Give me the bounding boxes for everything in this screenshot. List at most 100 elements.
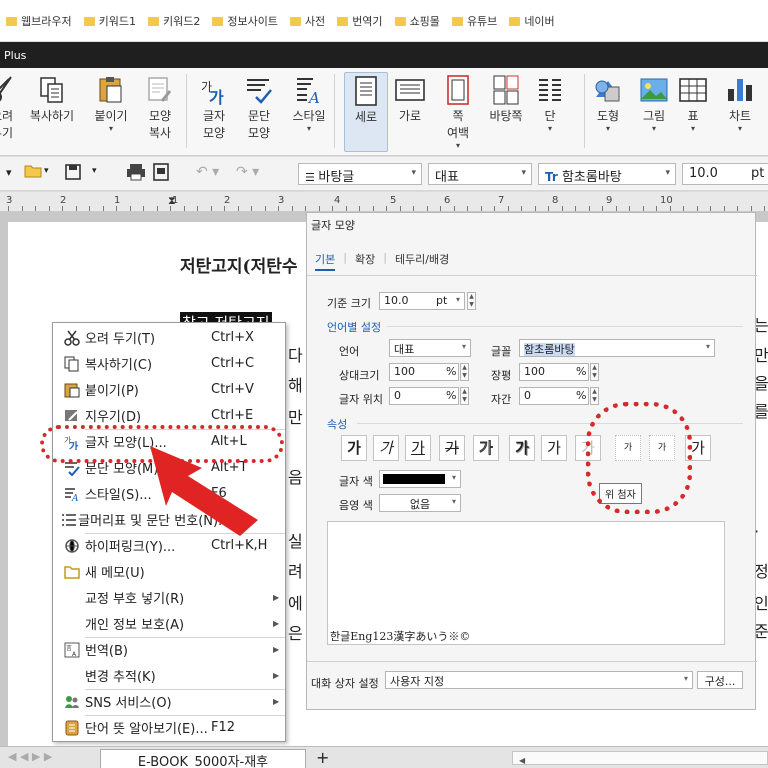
ribbon-copy-button[interactable]: 복사하기 xyxy=(22,72,82,150)
horizontal-scrollbar[interactable]: ◀ xyxy=(512,751,768,765)
bookmark-item[interactable]: 키워드1 xyxy=(78,0,142,41)
document-tab[interactable]: E-BOOK_5000자-재후 xyxy=(100,749,306,768)
tab-basic[interactable]: 기본 xyxy=(315,251,336,271)
format-strikethrough-button[interactable]: 가 xyxy=(439,435,465,461)
save-dropdown-icon[interactable]: ▾ xyxy=(92,166,97,176)
dialog-setting-select[interactable]: 사용자 지정 ▾ xyxy=(385,671,693,689)
chevron-down-icon: ▾ xyxy=(547,124,552,133)
menu-item-translate[interactable]: 言 A 번역(B) ▶ xyxy=(53,637,285,663)
ribbon-margin-button[interactable]: 쪽 여백 ▾ xyxy=(438,72,478,150)
ruler[interactable]: 3 2 1 1 2 3 4 5 6 7 8 9 10 ⧗ xyxy=(0,192,768,212)
format-italic-button[interactable]: 가 xyxy=(373,435,399,461)
open-folder-icon[interactable] xyxy=(24,163,42,182)
red-arrow-icon xyxy=(140,440,270,543)
ribbon-para-shape-button[interactable]: 문단 모양 xyxy=(240,72,278,150)
ruler-label: 7 xyxy=(498,195,505,206)
doc-text-fragment: 해 xyxy=(288,376,303,395)
menu-item-privacy[interactable]: 개인 정보 보호(A) ▶ xyxy=(53,611,285,637)
bookmark-item[interactable]: 웹브라우저 xyxy=(0,0,78,41)
ribbon-columns-button[interactable]: 단 ▾ xyxy=(536,72,564,150)
ribbon-format-copy-button[interactable]: 모양 복사 xyxy=(140,72,180,150)
base-size-input[interactable]: 10.0 pt ▾ xyxy=(379,292,465,310)
ruler-tick xyxy=(507,206,509,211)
ribbon-char-shape-button[interactable]: 가 가 글자 모양 xyxy=(196,72,232,150)
menu-item-track-changes[interactable]: 변경 추적(K) ▶ xyxy=(53,663,285,689)
spacing-input[interactable]: 0 % xyxy=(519,387,589,405)
language-select[interactable]: 대표 ▾ xyxy=(428,163,532,185)
relsize-spinner[interactable]: ▲ ▼ xyxy=(460,363,469,381)
section-divider xyxy=(387,326,743,327)
ribbon-chart-button[interactable]: 차트 ▾ xyxy=(718,72,762,150)
para-shape-icon xyxy=(240,72,278,108)
tabs-divider xyxy=(307,275,757,276)
redo-icon[interactable]: ↷ ▾ xyxy=(236,164,259,180)
menu-item-new-memo[interactable]: 새 메모(U) xyxy=(53,559,285,585)
tab-border-bg[interactable]: 테두리/배경 xyxy=(395,251,449,271)
ribbon-paste-button[interactable]: 붙이기 ▾ xyxy=(86,72,136,150)
ruler-tick xyxy=(35,206,36,211)
doc-text-fragment: 려 xyxy=(288,562,303,581)
doc-text-fragment: 준 xyxy=(754,622,768,641)
ribbon-cut-button[interactable]: 오려 두기 xyxy=(0,72,22,150)
ribbon-landscape-button[interactable]: 가로 xyxy=(392,72,428,150)
lang-select[interactable]: 대표 ▾ xyxy=(389,339,471,357)
bookmark-item[interactable]: 정보사이트 xyxy=(206,0,284,41)
open-dropdown-icon[interactable]: ▾ xyxy=(44,166,49,176)
ruler-tick xyxy=(426,206,428,211)
bookmark-item[interactable]: 네이버 xyxy=(503,0,560,41)
undo-icon[interactable]: ↶ ▾ xyxy=(196,164,219,180)
menu-item-cut[interactable]: 오려 두기(T) Ctrl+X xyxy=(53,325,285,351)
print-icon[interactable] xyxy=(126,163,146,184)
tab-nav-icon[interactable]: ◀ ◀ ▶ ▶ xyxy=(8,750,52,763)
ribbon-portrait-button[interactable]: 세로 xyxy=(344,72,388,152)
save-icon[interactable] xyxy=(64,163,82,184)
ribbon-picture-button[interactable]: 그림 ▾ xyxy=(634,72,674,150)
format-bold-button[interactable]: 가 xyxy=(341,435,367,461)
folder-icon xyxy=(394,16,406,26)
menu-item-dictionary[interactable]: 단어 뜻 알아보기(E)... F12 xyxy=(53,715,285,741)
shade-color-picker[interactable]: 없음 ▾ xyxy=(379,494,461,512)
format-underline-button[interactable]: 가 xyxy=(405,435,431,461)
menu-item-paste[interactable]: 붙이기(P) Ctrl+V xyxy=(53,377,285,403)
style-select[interactable]: ☰ 바탕글 ▾ xyxy=(298,163,422,185)
add-tab-button[interactable]: + xyxy=(316,748,329,767)
app-title: Plus xyxy=(4,49,27,62)
position-input[interactable]: 0 % xyxy=(389,387,459,405)
bookmark-item[interactable]: 번역기 xyxy=(331,0,388,41)
format-emboss-button[interactable]: 가 xyxy=(541,435,567,461)
relsize-input[interactable]: 100 % xyxy=(389,363,459,381)
spacing-spinner[interactable]: ▲ ▼ xyxy=(590,387,599,405)
menu-item-copy[interactable]: 복사하기(C) Ctrl+C xyxy=(53,351,285,377)
chevron-down-icon: ▾ xyxy=(651,124,656,133)
chevron-down-icon: ▾ xyxy=(455,141,460,150)
scroll-left-icon[interactable]: ◀ xyxy=(513,756,525,765)
width-input[interactable]: 100 % xyxy=(519,363,589,381)
ribbon-shape-button[interactable]: 도형 ▾ xyxy=(590,72,626,150)
menu-item-proof-mark[interactable]: 교정 부호 넣기(R) ▶ xyxy=(53,585,285,611)
bookmark-item[interactable]: 쇼핑몰 xyxy=(389,0,446,41)
font-select-dialog[interactable]: 함초롬바탕 ▾ xyxy=(519,339,715,357)
doc-text-fragment: 다 xyxy=(288,346,303,365)
ruler-tick xyxy=(318,206,320,211)
width-spinner[interactable]: ▲ ▼ xyxy=(590,363,599,381)
ribbon-master-page-button[interactable]: 바탕쪽 xyxy=(480,72,532,150)
menu-shortcut: Ctrl+X xyxy=(211,330,254,346)
preview-icon[interactable] xyxy=(152,163,170,184)
format-shadow-button[interactable]: 가 xyxy=(509,435,535,461)
base-size-spinner[interactable]: ▲ ▼ xyxy=(467,292,476,310)
font-select[interactable]: Tr 함초롬바탕 ▾ xyxy=(538,163,676,185)
bookmark-item[interactable]: 유튜브 xyxy=(446,0,503,41)
dropdown-arrow-icon[interactable]: ▾ xyxy=(6,166,12,179)
position-spinner[interactable]: ▲ ▼ xyxy=(460,387,469,405)
menu-item-sns[interactable]: SNS 서비스(O) ▶ xyxy=(53,689,285,715)
tab-extended[interactable]: 확장 xyxy=(355,251,375,271)
bookmark-item[interactable]: 사전 xyxy=(284,0,331,41)
ribbon-table-button[interactable]: 표 ▾ xyxy=(678,72,708,150)
config-button[interactable]: 구성... xyxy=(697,671,743,689)
bookmark-item[interactable]: 키워드2 xyxy=(142,0,206,41)
font-size-select[interactable]: 10.0 pt xyxy=(682,163,768,185)
ribbon-style-button[interactable]: A 스타일 ▾ xyxy=(286,72,332,150)
format-outline-button[interactable]: 가 xyxy=(473,435,499,461)
indent-marker-icon[interactable]: ⧗ xyxy=(168,194,176,208)
text-color-picker[interactable]: ▾ xyxy=(379,470,461,488)
